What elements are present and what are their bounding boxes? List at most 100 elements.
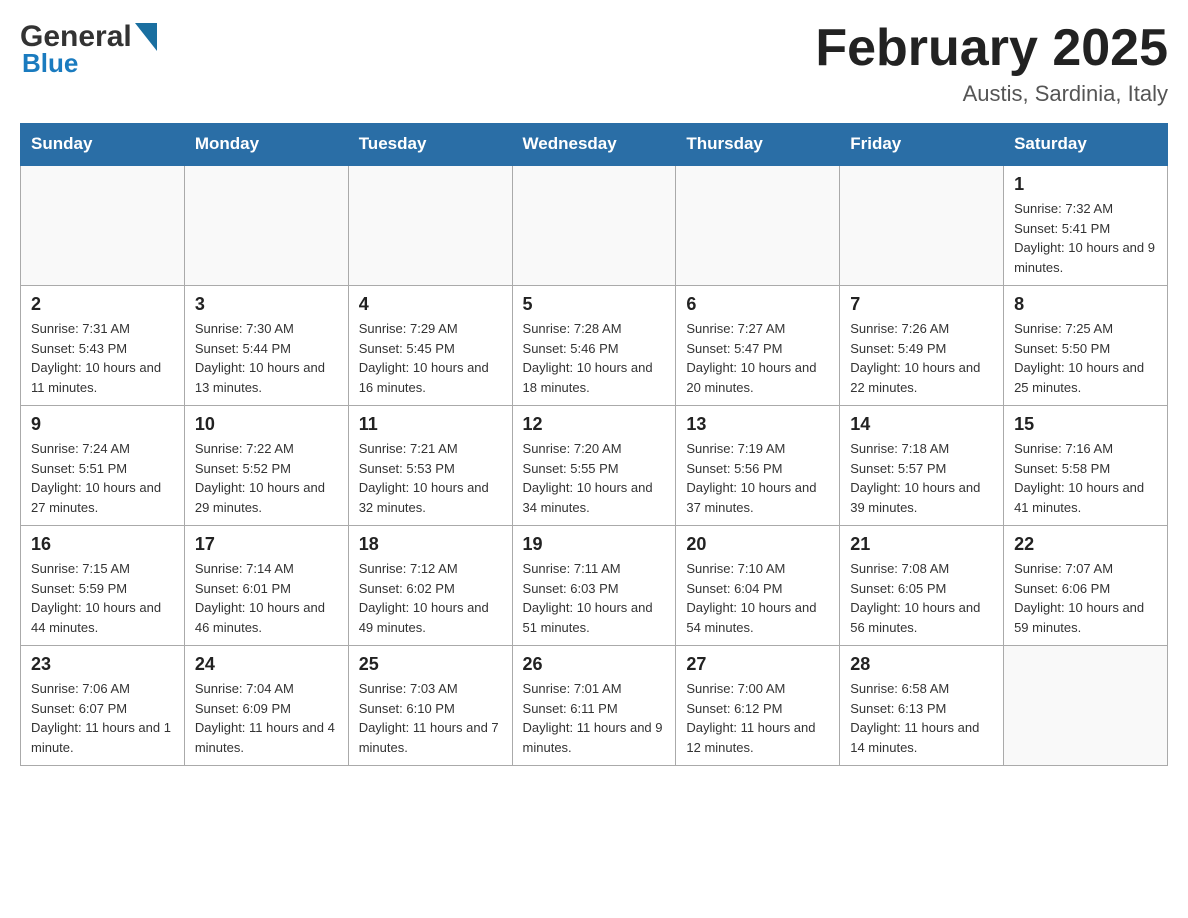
day-number: 10 (195, 414, 338, 435)
calendar-week-row: 9 Sunrise: 7:24 AMSunset: 5:51 PMDaylight… (21, 406, 1168, 526)
day-number: 3 (195, 294, 338, 315)
day-info: Sunrise: 7:10 AMSunset: 6:04 PMDaylight:… (686, 559, 829, 637)
day-number: 26 (523, 654, 666, 675)
logo: General Blue (20, 20, 157, 79)
day-number: 4 (359, 294, 502, 315)
day-number: 19 (523, 534, 666, 555)
day-number: 2 (31, 294, 174, 315)
day-number: 27 (686, 654, 829, 675)
day-info: Sunrise: 7:25 AMSunset: 5:50 PMDaylight:… (1014, 319, 1157, 397)
weekday-header: Wednesday (512, 124, 676, 166)
calendar-cell (21, 165, 185, 286)
day-info: Sunrise: 7:07 AMSunset: 6:06 PMDaylight:… (1014, 559, 1157, 637)
day-info: Sunrise: 7:32 AMSunset: 5:41 PMDaylight:… (1014, 199, 1157, 277)
day-info: Sunrise: 7:06 AMSunset: 6:07 PMDaylight:… (31, 679, 174, 757)
calendar-cell: 9 Sunrise: 7:24 AMSunset: 5:51 PMDaylight… (21, 406, 185, 526)
day-info: Sunrise: 7:03 AMSunset: 6:10 PMDaylight:… (359, 679, 502, 757)
day-info: Sunrise: 7:20 AMSunset: 5:55 PMDaylight:… (523, 439, 666, 517)
day-number: 13 (686, 414, 829, 435)
calendar-cell: 5 Sunrise: 7:28 AMSunset: 5:46 PMDaylight… (512, 286, 676, 406)
calendar-week-row: 23 Sunrise: 7:06 AMSunset: 6:07 PMDayligh… (21, 646, 1168, 766)
day-number: 18 (359, 534, 502, 555)
calendar-cell: 8Sunrise: 7:25 AMSunset: 5:50 PMDaylight… (1004, 286, 1168, 406)
calendar-cell: 14Sunrise: 7:18 AMSunset: 5:57 PMDayligh… (840, 406, 1004, 526)
day-info: Sunrise: 7:00 AMSunset: 6:12 PMDaylight:… (686, 679, 829, 757)
day-number: 6 (686, 294, 829, 315)
calendar-cell: 7 Sunrise: 7:26 AMSunset: 5:49 PMDaylight… (840, 286, 1004, 406)
calendar-cell: 24 Sunrise: 7:04 AMSunset: 6:09 PMDayligh… (184, 646, 348, 766)
calendar-cell: 17Sunrise: 7:14 AMSunset: 6:01 PMDayligh… (184, 526, 348, 646)
day-info: Sunrise: 7:18 AMSunset: 5:57 PMDaylight:… (850, 439, 993, 517)
logo-arrow-icon (135, 23, 157, 51)
page-header: General Blue February 2025 Austis, Sardi… (20, 20, 1168, 107)
day-info: Sunrise: 7:14 AMSunset: 6:01 PMDaylight:… (195, 559, 338, 637)
day-number: 21 (850, 534, 993, 555)
calendar-cell: 1 Sunrise: 7:32 AMSunset: 5:41 PMDaylight… (1004, 165, 1168, 286)
calendar-cell: 10 Sunrise: 7:22 AMSunset: 5:52 PMDayligh… (184, 406, 348, 526)
calendar-cell (348, 165, 512, 286)
title-block: February 2025 Austis, Sardinia, Italy (815, 20, 1168, 107)
calendar-cell: 12 Sunrise: 7:20 AMSunset: 5:55 PMDayligh… (512, 406, 676, 526)
day-number: 5 (523, 294, 666, 315)
logo-blue-text: Blue (20, 48, 78, 79)
day-info: Sunrise: 7:30 AMSunset: 5:44 PMDaylight:… (195, 319, 338, 397)
calendar-week-row: 16 Sunrise: 7:15 AMSunset: 5:59 PMDayligh… (21, 526, 1168, 646)
day-info: Sunrise: 7:27 AMSunset: 5:47 PMDaylight:… (686, 319, 829, 397)
calendar-cell: 27 Sunrise: 7:00 AMSunset: 6:12 PMDayligh… (676, 646, 840, 766)
calendar-cell (676, 165, 840, 286)
day-info: Sunrise: 7:04 AMSunset: 6:09 PMDaylight:… (195, 679, 338, 757)
day-number: 24 (195, 654, 338, 675)
calendar-cell: 3 Sunrise: 7:30 AMSunset: 5:44 PMDaylight… (184, 286, 348, 406)
day-number: 11 (359, 414, 502, 435)
calendar-cell: 19Sunrise: 7:11 AMSunset: 6:03 PMDayligh… (512, 526, 676, 646)
day-number: 16 (31, 534, 174, 555)
calendar-cell: 28Sunrise: 6:58 AMSunset: 6:13 PMDayligh… (840, 646, 1004, 766)
weekday-header: Tuesday (348, 124, 512, 166)
day-info: Sunrise: 7:19 AMSunset: 5:56 PMDaylight:… (686, 439, 829, 517)
day-number: 7 (850, 294, 993, 315)
day-number: 25 (359, 654, 502, 675)
day-info: Sunrise: 7:16 AMSunset: 5:58 PMDaylight:… (1014, 439, 1157, 517)
day-info: Sunrise: 7:15 AMSunset: 5:59 PMDaylight:… (31, 559, 174, 637)
calendar-cell (512, 165, 676, 286)
day-number: 20 (686, 534, 829, 555)
calendar-cell: 26Sunrise: 7:01 AMSunset: 6:11 PMDayligh… (512, 646, 676, 766)
calendar-cell: 25 Sunrise: 7:03 AMSunset: 6:10 PMDayligh… (348, 646, 512, 766)
calendar-cell: 23 Sunrise: 7:06 AMSunset: 6:07 PMDayligh… (21, 646, 185, 766)
calendar-week-row: 2 Sunrise: 7:31 AMSunset: 5:43 PMDaylight… (21, 286, 1168, 406)
day-info: Sunrise: 7:31 AMSunset: 5:43 PMDaylight:… (31, 319, 174, 397)
day-info: Sunrise: 7:24 AMSunset: 5:51 PMDaylight:… (31, 439, 174, 517)
weekday-row: SundayMondayTuesdayWednesdayThursdayFrid… (21, 124, 1168, 166)
calendar-table: SundayMondayTuesdayWednesdayThursdayFrid… (20, 123, 1168, 766)
day-info: Sunrise: 7:08 AMSunset: 6:05 PMDaylight:… (850, 559, 993, 637)
calendar-week-row: 1 Sunrise: 7:32 AMSunset: 5:41 PMDaylight… (21, 165, 1168, 286)
calendar-cell (840, 165, 1004, 286)
day-number: 12 (523, 414, 666, 435)
day-info: Sunrise: 7:26 AMSunset: 5:49 PMDaylight:… (850, 319, 993, 397)
calendar-cell: 16 Sunrise: 7:15 AMSunset: 5:59 PMDayligh… (21, 526, 185, 646)
calendar-cell (184, 165, 348, 286)
calendar-cell: 20 Sunrise: 7:10 AMSunset: 6:04 PMDayligh… (676, 526, 840, 646)
day-info: Sunrise: 7:22 AMSunset: 5:52 PMDaylight:… (195, 439, 338, 517)
day-info: Sunrise: 7:29 AMSunset: 5:45 PMDaylight:… (359, 319, 502, 397)
calendar-header: SundayMondayTuesdayWednesdayThursdayFrid… (21, 124, 1168, 166)
calendar-cell: 2 Sunrise: 7:31 AMSunset: 5:43 PMDaylight… (21, 286, 185, 406)
month-title: February 2025 (815, 20, 1168, 77)
day-number: 23 (31, 654, 174, 675)
weekday-header: Friday (840, 124, 1004, 166)
calendar-cell: 22 Sunrise: 7:07 AMSunset: 6:06 PMDayligh… (1004, 526, 1168, 646)
calendar-cell: 4 Sunrise: 7:29 AMSunset: 5:45 PMDaylight… (348, 286, 512, 406)
day-number: 22 (1014, 534, 1157, 555)
weekday-header: Monday (184, 124, 348, 166)
calendar-cell: 18Sunrise: 7:12 AMSunset: 6:02 PMDayligh… (348, 526, 512, 646)
calendar-cell: 15 Sunrise: 7:16 AMSunset: 5:58 PMDayligh… (1004, 406, 1168, 526)
day-number: 9 (31, 414, 174, 435)
day-number: 1 (1014, 174, 1157, 195)
calendar-cell: 13 Sunrise: 7:19 AMSunset: 5:56 PMDayligh… (676, 406, 840, 526)
day-info: Sunrise: 7:28 AMSunset: 5:46 PMDaylight:… (523, 319, 666, 397)
weekday-header: Saturday (1004, 124, 1168, 166)
calendar-cell: 6 Sunrise: 7:27 AMSunset: 5:47 PMDaylight… (676, 286, 840, 406)
calendar-body: 1 Sunrise: 7:32 AMSunset: 5:41 PMDaylight… (21, 165, 1168, 766)
day-number: 15 (1014, 414, 1157, 435)
day-info: Sunrise: 7:21 AMSunset: 5:53 PMDaylight:… (359, 439, 502, 517)
